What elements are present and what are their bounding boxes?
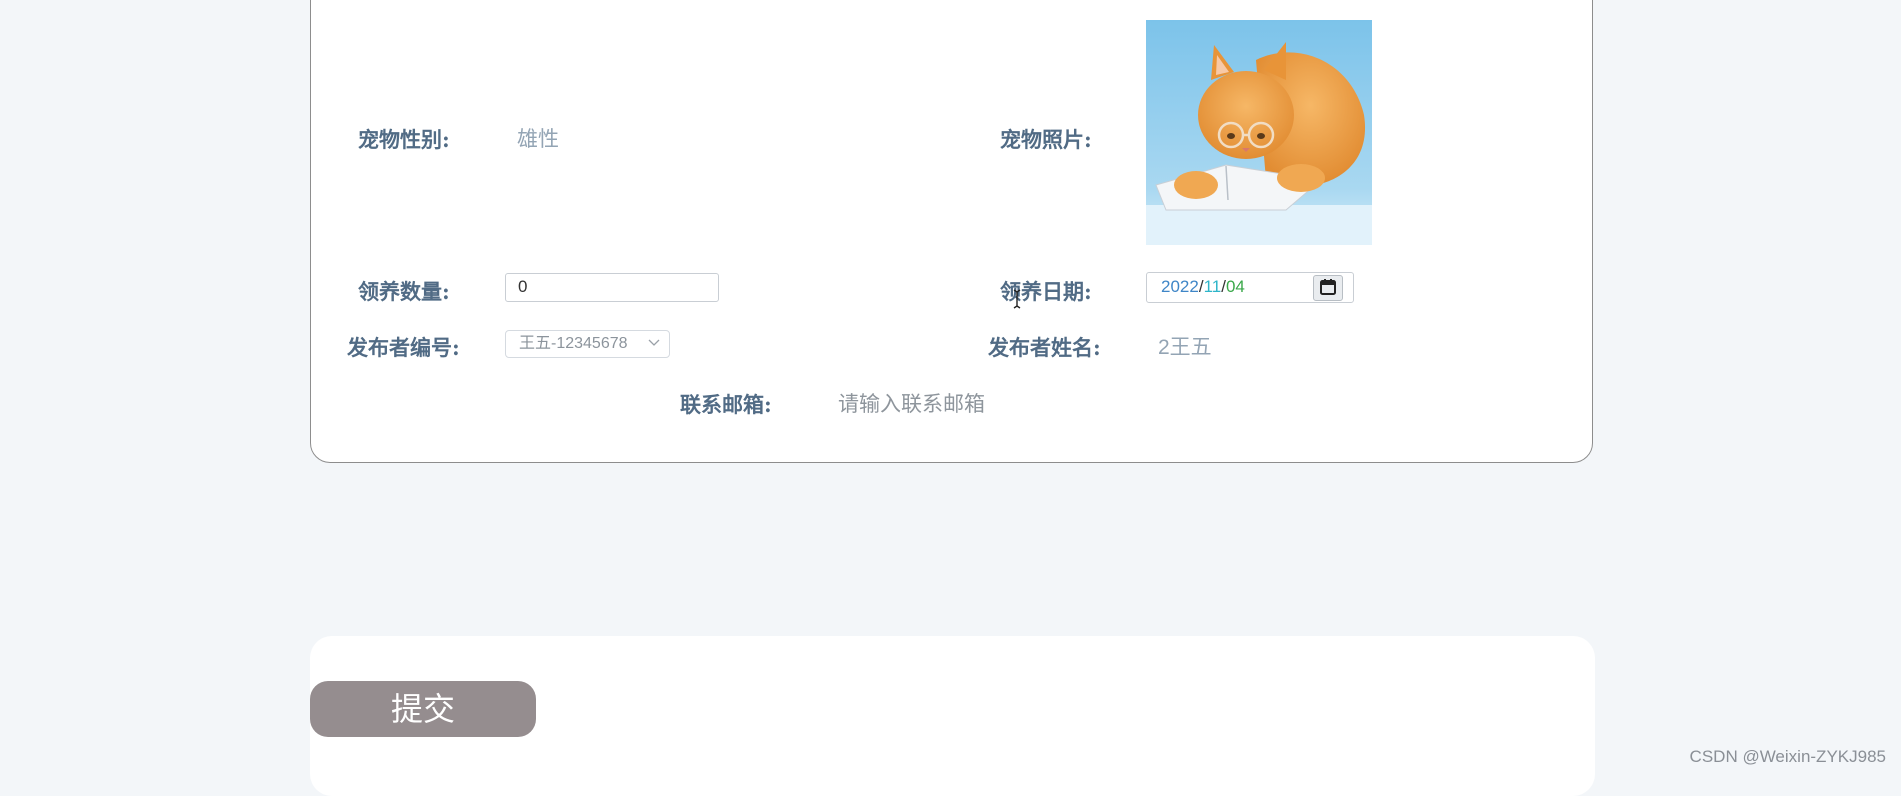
publisher-name-value: 2王五 [1158,331,1212,361]
date-year[interactable]: 2022 [1161,277,1199,296]
pet-photo-label: 宠物照片: [1000,124,1092,154]
submit-button[interactable]: 提交 [310,681,536,737]
pet-gender-value: 雄性 [517,123,559,153]
calendar-button[interactable] [1313,275,1343,301]
pet-photo-image[interactable] [1146,20,1372,245]
watermark: CSDN @Weixin-ZYKJ985 [1690,747,1886,767]
adopt-count-input[interactable]: 0 [505,273,719,302]
adopt-count-label: 领养数量: [358,276,450,306]
contact-email-label: 联系邮箱: [680,389,772,419]
publisher-id-select[interactable]: 王五-12345678 [505,330,670,358]
adopt-date-input[interactable]: 2022/11/04 [1146,272,1354,303]
pet-gender-label: 宠物性别: [358,124,450,154]
date-month[interactable]: 11 [1204,277,1222,296]
calendar-icon [1314,276,1342,300]
publisher-id-label: 发布者编号: [347,332,460,362]
chevron-down-icon [647,335,661,349]
date-day[interactable]: 04 [1226,277,1245,296]
publisher-id-selected: 王五-12345678 [519,335,628,352]
publisher-name-label: 发布者姓名: [988,332,1101,362]
text-cursor-icon [1012,289,1022,309]
cat-photo-icon [1146,20,1372,245]
contact-email-input[interactable]: 请输入联系邮箱 [838,388,985,418]
